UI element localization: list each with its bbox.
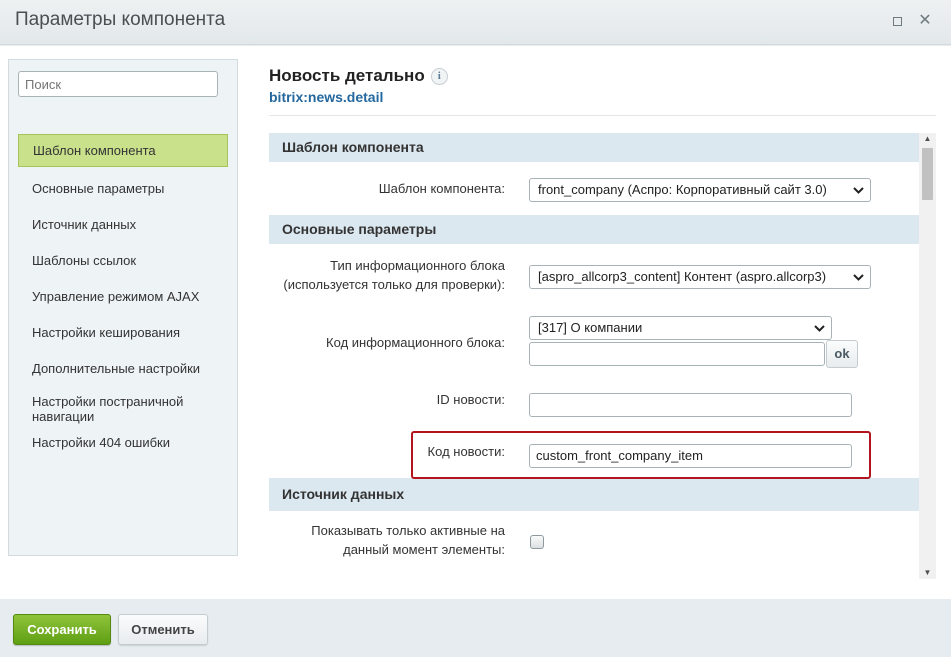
sidebar-item-label: Настройки постраничной навигации xyxy=(32,394,184,424)
sidebar-item-ajax[interactable]: Управление режимом AJAX xyxy=(18,278,228,314)
sidebar-nav: Шаблон компонента Основные параметры Ист… xyxy=(18,134,228,452)
template-label: Шаблон компонента: xyxy=(378,181,505,196)
sidebar-item-template[interactable]: Шаблон компонента xyxy=(18,134,228,167)
header-divider xyxy=(269,115,936,116)
template-select-value: front_company (Аспро: Корпоративный сайт… xyxy=(538,182,827,197)
save-button[interactable]: Сохранить xyxy=(13,614,111,645)
component-code: bitrix:news.detail xyxy=(269,89,384,105)
active-only-label: Показывать только активные на данный мом… xyxy=(311,523,505,557)
close-icon[interactable]: ✕ xyxy=(917,13,933,29)
dialog-body: Шаблон компонента Основные параметры Ист… xyxy=(0,46,951,599)
sidebar-item-cache[interactable]: Настройки кеширования xyxy=(18,314,228,350)
params-form: Шаблон компонента Шаблон компонента: fro… xyxy=(269,133,919,579)
sidebar-item-label: Основные параметры xyxy=(32,180,165,196)
sidebar-item-404[interactable]: Настройки 404 ошибки xyxy=(18,432,228,452)
iblock-code-label: Код информационного блока: xyxy=(326,335,505,350)
row-news-id: ID новости: xyxy=(269,380,919,430)
iblock-type-select[interactable]: [aspro_allcorp3_content] Контент (aspro.… xyxy=(529,265,871,289)
maximize-icon[interactable] xyxy=(889,13,905,29)
row-iblock-code: Код информационного блока: [317] О компа… xyxy=(269,308,919,380)
sidebar-item-label: Шаблоны ссылок xyxy=(32,252,137,268)
news-id-label: ID новости: xyxy=(436,392,505,407)
iblock-type-label: Тип информационного блока (используется … xyxy=(283,258,505,292)
sidebar-item-label: Настройки 404 ошибки xyxy=(32,434,170,450)
row-template: Шаблон компонента: front_company (Аспро:… xyxy=(269,162,919,215)
ok-button[interactable]: ok xyxy=(826,340,858,368)
iblock-code-input[interactable] xyxy=(529,342,825,366)
row-active-only: Показывать только активные на данный мом… xyxy=(269,511,919,571)
news-id-input[interactable] xyxy=(529,393,852,417)
chevron-down-icon xyxy=(853,187,864,194)
sidebar-item-additional[interactable]: Дополнительные настройки xyxy=(18,350,228,386)
sidebar-item-label: Управление режимом AJAX xyxy=(32,288,200,304)
component-header: Новость детально i bitrix:news.detail xyxy=(269,66,448,105)
iblock-code-select[interactable]: [317] О компании xyxy=(529,316,832,340)
sidebar: Шаблон компонента Основные параметры Ист… xyxy=(8,59,238,556)
row-news-code: Код новости: custom_front_company_item xyxy=(269,430,919,479)
sidebar-item-label: Дополнительные настройки xyxy=(32,360,201,376)
sidebar-item-url-templates[interactable]: Шаблоны ссылок xyxy=(18,242,228,278)
scrollbar[interactable]: ▲ ▼ xyxy=(919,133,936,579)
news-code-label: Код новости: xyxy=(427,444,505,459)
news-code-input[interactable]: custom_front_company_item xyxy=(529,444,852,468)
cancel-button[interactable]: Отменить xyxy=(118,614,208,645)
scroll-up-icon[interactable]: ▲ xyxy=(919,133,936,145)
chevron-down-icon xyxy=(814,325,825,332)
section-template[interactable]: Шаблон компонента xyxy=(269,133,919,162)
sidebar-item-main-params[interactable]: Основные параметры xyxy=(18,170,228,206)
info-icon[interactable]: i xyxy=(430,68,448,85)
template-select[interactable]: front_company (Аспро: Корпоративный сайт… xyxy=(529,178,871,202)
chevron-down-icon xyxy=(853,274,864,281)
scroll-down-icon[interactable]: ▼ xyxy=(919,567,936,579)
sidebar-item-data-source[interactable]: Источник данных xyxy=(18,206,228,242)
component-title: Новость детально xyxy=(269,66,425,85)
sidebar-item-label: Источник данных xyxy=(32,216,137,232)
dialog-titlebar: Параметры компонента ✕ xyxy=(0,0,951,45)
sidebar-item-label: Настройки кеширования xyxy=(32,324,181,340)
iblock-code-select-value: [317] О компании xyxy=(538,320,643,335)
sidebar-item-pagination[interactable]: Настройки постраничной навигации xyxy=(18,386,228,432)
dialog-title: Параметры компонента xyxy=(15,9,226,30)
section-source[interactable]: Источник данных xyxy=(269,478,919,511)
active-only-checkbox[interactable] xyxy=(530,535,544,549)
sidebar-item-label: Шаблон компонента xyxy=(33,143,156,158)
iblock-type-select-value: [aspro_allcorp3_content] Контент (aspro.… xyxy=(538,269,827,284)
section-main[interactable]: Основные параметры xyxy=(269,215,919,244)
search-input[interactable] xyxy=(18,71,218,97)
scroll-thumb[interactable] xyxy=(922,148,933,200)
row-iblock-type: Тип информационного блока (используется … xyxy=(269,244,919,308)
dialog-footer: Сохранить Отменить xyxy=(0,599,951,657)
